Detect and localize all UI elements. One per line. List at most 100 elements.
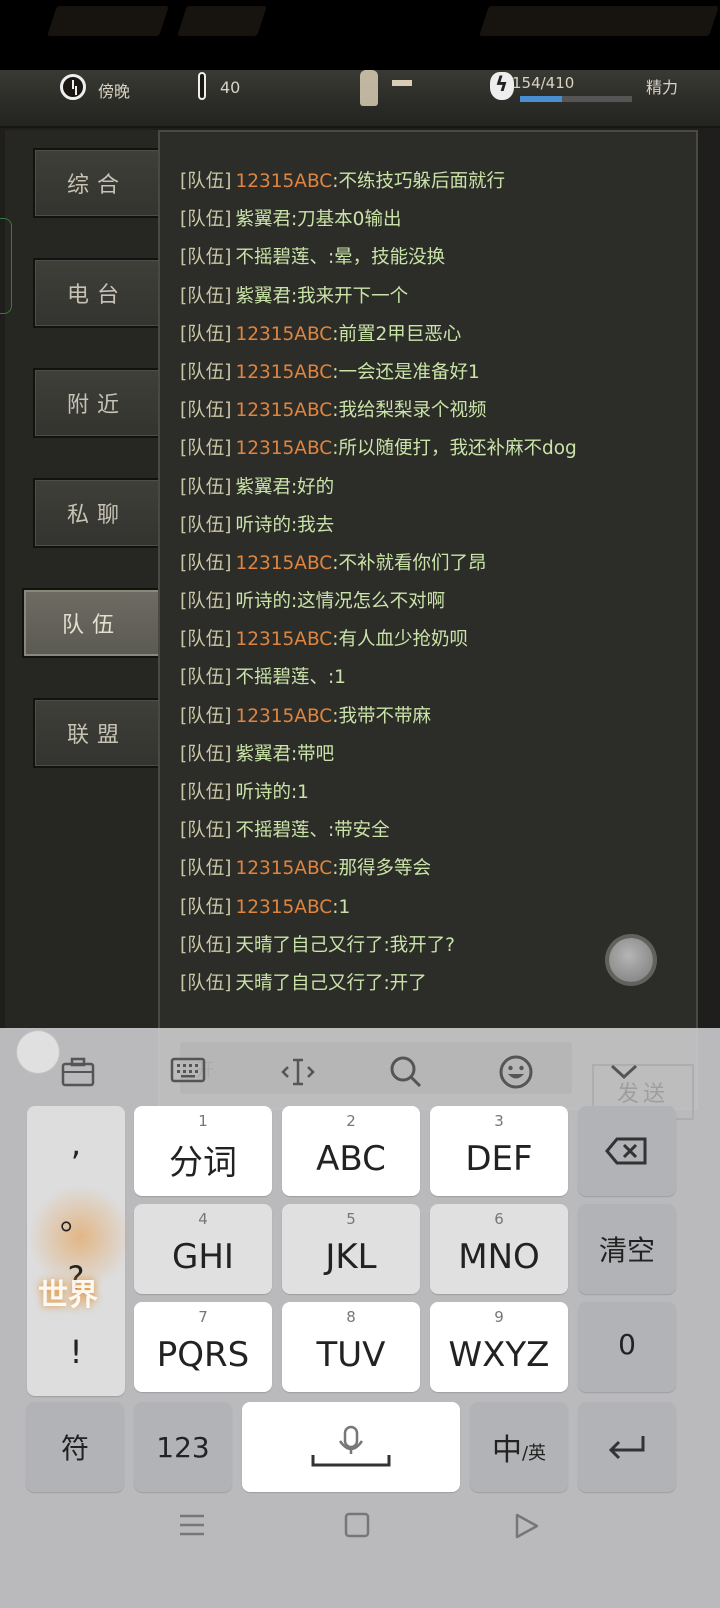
chat-message[interactable]: [队伍] 听诗的:我去 <box>180 510 690 548</box>
backspace-key[interactable] <box>578 1106 676 1196</box>
chat-sender-name[interactable]: 紫翼君 <box>235 744 291 765</box>
search-icon[interactable] <box>386 1052 426 1092</box>
key-3[interactable]: 3 DEF <box>430 1106 568 1196</box>
chat-sender-name[interactable]: 不摇碧莲、 <box>235 667 328 688</box>
chat-sender-name[interactable]: 紫翼君 <box>235 477 291 498</box>
symbol-key[interactable]: 符 <box>26 1402 124 1492</box>
chat-channel-tag: [队伍] <box>180 667 232 689</box>
chat-channel-tag: [队伍] <box>180 820 232 842</box>
energy-value: 154/410 <box>512 74 575 92</box>
floating-assistant-ball[interactable] <box>609 938 653 982</box>
body-status-indicator <box>392 80 412 86</box>
key-1-label: 分词 <box>169 1142 237 1183</box>
chat-sender-name[interactable]: 12315ABC <box>235 897 332 918</box>
chat-sender-name[interactable]: 天晴了自己又行了 <box>235 935 383 956</box>
key-8[interactable]: 8 TUV <box>282 1302 420 1392</box>
space-key[interactable] <box>242 1402 460 1492</box>
enter-key[interactable] <box>578 1402 676 1492</box>
chat-sender-name[interactable]: 12315ABC <box>235 400 332 421</box>
cursor-move-icon[interactable] <box>278 1052 318 1092</box>
energy-icon <box>490 72 514 100</box>
energy-bar-fill <box>520 96 563 102</box>
chat-message[interactable]: [队伍] 不摇碧莲、:晕，技能没换 <box>180 242 690 280</box>
key-2[interactable]: 2 ABC <box>282 1106 420 1196</box>
emoji-icon[interactable] <box>496 1052 536 1092</box>
key-9[interactable]: 9 WXYZ <box>430 1302 568 1392</box>
chat-sender-name[interactable]: 听诗的 <box>235 782 291 803</box>
chat-sender-name[interactable]: 12315ABC <box>235 438 332 459</box>
chat-message[interactable]: [队伍] 12315ABC:所以随便打，我还补麻不dog <box>180 433 690 471</box>
punct-exclaim[interactable]: ! <box>28 1310 124 1394</box>
chat-sender-name[interactable]: 12315ABC <box>235 629 332 650</box>
chat-message[interactable]: [队伍] 12315ABC:不练技巧躲后面就行 <box>180 166 690 204</box>
chat-sender-name[interactable]: 12315ABC <box>235 553 332 574</box>
collapse-keyboard-icon[interactable] <box>604 1052 644 1092</box>
chat-channel-tag: [队伍] <box>180 782 232 803</box>
chat-sender-name[interactable]: 不摇碧莲、 <box>235 247 328 268</box>
chat-message[interactable]: [队伍] 12315ABC:我带不带麻 <box>180 701 690 739</box>
chat-sender-name[interactable]: 听诗的 <box>235 515 291 536</box>
key-7[interactable]: 7 PQRS <box>134 1302 272 1392</box>
edge-handle[interactable] <box>0 218 12 314</box>
chat-message[interactable]: [队伍] 12315ABC:不补就看你们了昂 <box>180 548 690 586</box>
chat-sender-name[interactable]: 12315ABC <box>235 362 332 383</box>
chat-channel-tag: [队伍] <box>180 972 232 994</box>
key-1[interactable]: 1 分词 <box>134 1106 272 1196</box>
home-nav-icon[interactable] <box>344 1512 370 1545</box>
chat-sender-name[interactable]: 不摇碧莲、 <box>235 820 328 841</box>
chat-sender-name[interactable]: 12315ABC <box>235 706 332 727</box>
body-status-icon[interactable] <box>360 70 378 106</box>
language-sub-label: /英 <box>521 1443 547 1464</box>
tab-1[interactable]: 电台 <box>33 258 161 328</box>
chat-message[interactable]: [队伍] 紫翼君:刀基本0输出 <box>180 204 690 242</box>
chat-message[interactable]: [队伍] 紫翼君:我来开下一个 <box>180 281 690 319</box>
chat-message[interactable]: [队伍] 12315ABC:有人血少抢奶呗 <box>180 624 690 662</box>
language-toggle-key[interactable]: 中/英 <box>470 1402 568 1492</box>
chat-message[interactable]: [队伍] 12315ABC:那得多等会 <box>180 853 690 891</box>
tab-5[interactable]: 联盟 <box>33 698 161 768</box>
energy-bar <box>520 96 632 102</box>
tab-4[interactable]: 队伍 <box>22 588 162 658</box>
chat-message-list[interactable]: [队伍] 12315ABC:不练技巧躲后面就行 [队伍] 紫翼君:刀基本0输出 [队伍]… <box>180 166 690 1006</box>
chat-sender-name[interactable]: 天晴了自己又行了 <box>235 973 383 994</box>
clipboard-icon[interactable] <box>58 1052 98 1092</box>
key-4[interactable]: 4 GHI <box>134 1204 272 1294</box>
key-7-number: 7 <box>198 1308 208 1326</box>
chat-message-text: :好的 <box>290 476 335 498</box>
chat-message[interactable]: [队伍] 12315ABC:1 <box>180 892 690 930</box>
chat-message[interactable]: [队伍] 不摇碧莲、:1 <box>180 662 690 700</box>
microphone-icon <box>311 1425 391 1467</box>
key-6[interactable]: 6 MNO <box>430 1204 568 1294</box>
chat-sender-name[interactable]: 12315ABC <box>235 858 332 879</box>
key-6-label: MNO <box>458 1237 540 1277</box>
chat-message[interactable]: [队伍] 紫翼君:带吧 <box>180 739 690 777</box>
keyboard-layout-icon[interactable] <box>168 1052 208 1092</box>
menu-nav-icon[interactable] <box>178 1512 206 1545</box>
back-nav-icon[interactable] <box>514 1512 540 1547</box>
time-of-day: 傍晚 <box>98 82 131 101</box>
chat-sender-name[interactable]: 紫翼君 <box>235 209 291 230</box>
chat-message[interactable]: [队伍] 听诗的:1 <box>180 777 690 815</box>
chat-message-text: :不练技巧躲后面就行 <box>332 171 505 192</box>
chat-message[interactable]: [队伍] 12315ABC:一会还是准备好1 <box>180 357 690 395</box>
key-3-number: 3 <box>494 1112 504 1130</box>
chat-message[interactable]: [队伍] 不摇碧莲、:带安全 <box>180 815 690 853</box>
chat-message[interactable]: [队伍] 12315ABC:前置2甲巨恶心 <box>180 319 690 357</box>
tab-0[interactable]: 综合 <box>33 148 161 218</box>
clear-key[interactable]: 清空 <box>578 1204 676 1294</box>
keyboard-drag-handle[interactable] <box>16 1030 60 1074</box>
tab-3[interactable]: 私聊 <box>33 478 161 548</box>
chat-sender-name[interactable]: 12315ABC <box>235 324 332 345</box>
punct-period[interactable]: 。 <box>28 1186 124 1246</box>
chat-sender-name[interactable]: 12315ABC <box>235 171 332 192</box>
number-mode-key[interactable]: 123 <box>134 1402 232 1492</box>
key-5[interactable]: 5 JKL <box>282 1204 420 1294</box>
tab-2[interactable]: 附近 <box>33 368 161 438</box>
key-0[interactable]: 0 <box>578 1302 676 1392</box>
chat-sender-name[interactable]: 听诗的 <box>235 591 291 612</box>
chat-message[interactable]: [队伍] 12315ABC:我给梨梨录个视频 <box>180 395 690 433</box>
chat-message[interactable]: [队伍] 紫翼君:好的 <box>180 472 690 510</box>
chat-sender-name[interactable]: 紫翼君 <box>235 286 291 307</box>
chat-message[interactable]: [队伍] 听诗的:这情况怎么不对啊 <box>180 586 690 624</box>
punct-comma[interactable]: , <box>28 1104 124 1184</box>
